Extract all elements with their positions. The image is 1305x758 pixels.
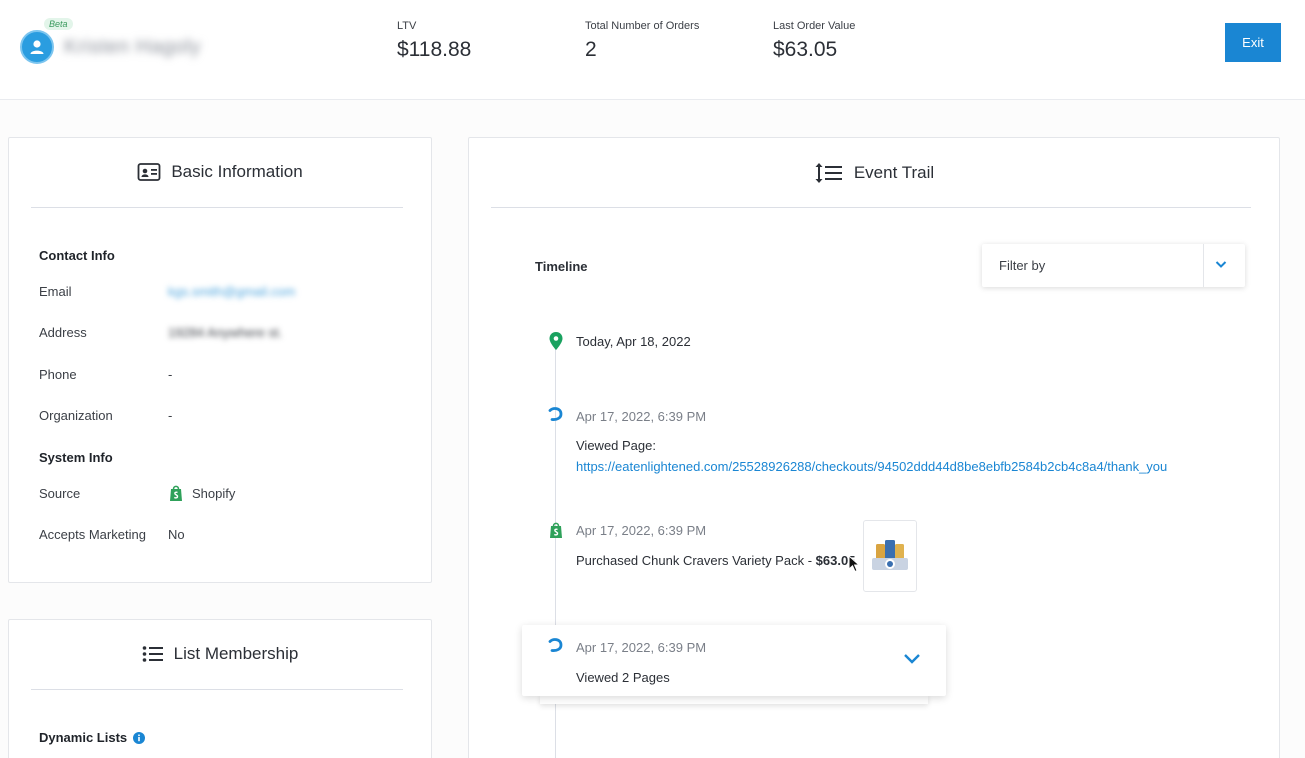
divider: [31, 689, 403, 690]
divider: [31, 207, 403, 208]
card-title: Event Trail: [469, 162, 1279, 184]
event-trail-card: Event Trail Timeline Filter by Today, Ap…: [468, 137, 1280, 758]
page-view-icon: [548, 407, 563, 421]
info-icon[interactable]: [133, 731, 146, 744]
user-name: Kristen Hagoly: [64, 36, 202, 58]
source-value-text: Shopify: [192, 485, 236, 501]
stat-label: LTV: [397, 20, 417, 32]
divider: [1203, 244, 1204, 287]
stat-label: Total Number of Orders: [585, 20, 700, 32]
list-membership-card: List Membership Dynamic Lists: [8, 619, 432, 758]
phone-value: -: [168, 367, 173, 382]
address-label: Address: [39, 325, 87, 340]
filter-by-placeholder: Filter by: [999, 258, 1046, 273]
profile-header: Beta Kristen Hagoly LTV $118.88 Total Nu…: [0, 0, 1305, 100]
avatar: [20, 30, 54, 64]
event-text: Viewed Page:: [576, 438, 656, 453]
event-time: Apr 17, 2022, 6:39 PM: [576, 409, 707, 424]
divider: [491, 207, 1251, 208]
product-image: [872, 540, 908, 570]
event-text: Purchased Chunk Cravers Variety Pack - $…: [576, 553, 855, 568]
stat-label: Last Order Value: [773, 20, 856, 32]
accepts-marketing-value: No: [168, 527, 185, 542]
source-value: Shopify: [168, 484, 235, 502]
stat-value: $63.05: [773, 38, 838, 61]
dynamic-lists-heading: Dynamic Lists: [39, 730, 146, 745]
timeline-label: Timeline: [535, 259, 588, 274]
event-trail-icon: [815, 163, 842, 183]
stat-value: $118.88: [397, 38, 472, 61]
event-time: Today, Apr 18, 2022: [576, 334, 691, 349]
shopify-icon: [170, 485, 182, 501]
contact-info-heading: Contact Info: [39, 248, 115, 263]
event-time: Apr 17, 2022, 6:39 PM: [576, 523, 707, 538]
location-pin-icon: [549, 332, 563, 350]
email-label: Email: [39, 284, 72, 299]
user-icon: [30, 40, 44, 54]
list-icon: [142, 646, 163, 662]
purchase-description: Purchased Chunk Cravers Variety Pack -: [576, 553, 816, 568]
organization-label: Organization: [39, 408, 113, 423]
product-thumbnail[interactable]: [863, 520, 917, 592]
list-membership-title: List Membership: [173, 644, 299, 663]
filter-by-dropdown[interactable]: Filter by: [982, 244, 1245, 287]
card-title: List Membership: [9, 644, 431, 664]
beta-badge: Beta: [44, 18, 73, 30]
stat-total-orders: Total Number of Orders 2: [585, 20, 699, 62]
stat-value: 2: [585, 38, 597, 61]
exit-button[interactable]: Exit: [1225, 23, 1281, 62]
phone-label: Phone: [39, 367, 77, 382]
chevron-down-icon[interactable]: [903, 651, 921, 665]
accepts-marketing-label: Accepts Marketing: [39, 527, 146, 542]
address-value: 19284 Anywhere st.: [168, 325, 283, 340]
event-text: Viewed 2 Pages: [576, 670, 670, 685]
organization-value: -: [168, 408, 173, 423]
dynamic-lists-label: Dynamic Lists: [39, 730, 128, 745]
basic-information-title: Basic Information: [171, 162, 303, 181]
viewed-pages-group[interactable]: Apr 17, 2022, 6:39 PM Viewed 2 Pages: [522, 625, 946, 696]
stat-last-order-value: Last Order Value $63.05: [773, 20, 855, 62]
event-page-link[interactable]: https://eatenlightened.com/25528926288/c…: [576, 459, 1167, 474]
mouse-cursor-icon: [848, 555, 860, 573]
system-info-heading: System Info: [39, 450, 113, 465]
chevron-down-icon[interactable]: [1214, 257, 1228, 271]
page-view-icon: [548, 638, 563, 652]
card-title: Basic Information: [9, 162, 431, 182]
stat-ltv: LTV $118.88: [397, 20, 471, 62]
event-time: Apr 17, 2022, 6:39 PM: [576, 640, 707, 655]
email-value[interactable]: kgs.smith@gmail.com: [168, 284, 295, 299]
id-card-icon: [137, 163, 161, 181]
source-label: Source: [39, 486, 81, 501]
basic-information-card: Basic Information Contact Info Email kgs…: [8, 137, 432, 583]
shopify-icon: [550, 522, 562, 538]
event-trail-title: Event Trail: [853, 163, 935, 182]
